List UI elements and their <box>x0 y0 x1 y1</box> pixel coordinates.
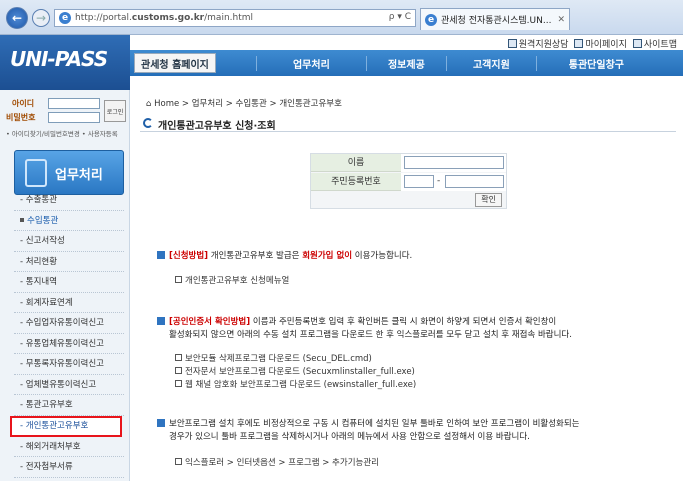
doc-icon <box>175 367 182 374</box>
sitemap-icon <box>632 39 642 48</box>
address-bar[interactable]: e http://portal.customs.go.kr/main.html … <box>54 9 416 27</box>
top-link-remote[interactable]: 원격지원상담 <box>507 37 568 50</box>
doc-icon <box>175 354 182 361</box>
ie-settings-path: 익스플로러 > 인터넷옵션 > 프로그램 > 추가기능관리 <box>175 457 379 470</box>
top-link-mypage[interactable]: 마이페이지 <box>574 37 627 50</box>
home-icon: ⌂ <box>146 99 152 109</box>
password-input[interactable] <box>48 112 100 123</box>
pw-label: 비밀번호 <box>6 113 36 122</box>
remote-support-icon <box>507 39 517 48</box>
arrow-right-icon: → <box>35 11 47 25</box>
section-bullet-icon <box>157 251 165 259</box>
login-box: 아이디 비밀번호 로그인 • 아이디찾기/비밀번호변경 • 사용자등록 <box>6 94 126 139</box>
nav-info[interactable]: 정보제공 <box>365 55 446 71</box>
mypage-icon <box>574 39 584 48</box>
arrow-left-icon: ← <box>11 11 23 25</box>
name-row: 이름 <box>311 154 506 172</box>
menu-banner: 업무처리 <box>14 150 124 195</box>
download-list: 보안모듈 삭제프로그램 다운로드 (Secu_DEL.cmd) 전자문서 보안프… <box>175 353 416 392</box>
sidebar: 아이디 비밀번호 로그인 • 아이디찾기/비밀번호변경 • 사용자등록 업무처리… <box>0 90 130 481</box>
back-button[interactable]: ← <box>6 7 28 29</box>
sidebar-item-status[interactable]: - 처리현황 <box>14 252 124 272</box>
sidebar-item-customs-code[interactable]: - 통관고유부호 <box>14 395 124 416</box>
id-input[interactable] <box>48 98 100 109</box>
doc-icon <box>175 380 182 387</box>
sidebar-menu: - 수출통관 수입통관 - 신고서작성 - 처리현황 - 통지내역 - 회계자료… <box>10 190 124 478</box>
sidebar-item-declaration[interactable]: - 신고서작성 <box>14 231 124 252</box>
page-header: 개인통관고유부호 신청·조회 <box>140 114 676 132</box>
section-toolbar-notice: 보안프로그램 설치 후에도 비정상적으로 구동 시 컴퓨터에 설치된 일부 툴바… <box>157 418 677 444</box>
sidebar-item-personal-customs-code[interactable]: - 개인통관고유부호 <box>10 415 122 437</box>
close-icon[interactable]: ✕ <box>557 15 565 25</box>
square-bullet-icon <box>20 217 24 222</box>
sidebar-item-accounting[interactable]: - 회계자료연계 <box>14 293 124 313</box>
menu-banner-title: 업무처리 <box>55 168 103 183</box>
download-ews[interactable]: 웹 채널 암호화 보안프로그램 다운로드 (ewsinstaller_full.… <box>175 379 416 392</box>
download-secu-del[interactable]: 보안모듈 삭제프로그램 다운로드 (Secu_DEL.cmd) <box>175 353 416 366</box>
tab-ie-icon: e <box>425 13 437 26</box>
tab-title: 관세청 전자통관시스템.UN... <box>441 16 552 26</box>
confirm-button[interactable]: 확인 <box>475 193 502 207</box>
logo-text: UNI-PASS <box>10 47 108 71</box>
rrn-label: 주민등록번호 <box>311 173 401 191</box>
sidebar-item-export[interactable]: - 수출통관 <box>14 190 124 211</box>
rrn-row: 주민등록번호 - <box>311 173 506 191</box>
url-text: http://portal.customs.go.kr/main.html <box>75 13 254 23</box>
top-links: 원격지원상담 마이페이지 사이트맵 <box>507 37 677 50</box>
login-button[interactable]: 로그인 <box>104 100 126 122</box>
browser-tab[interactable]: e 관세청 전자통관시스템.UN... ✕ <box>420 8 570 30</box>
breadcrumb: ⌂ Home > 업무처리 > 수입통관 > 개인통관고유부호 <box>146 99 342 109</box>
page-title: 개인통관고유부호 신청·조회 <box>158 121 276 132</box>
lookup-form: 이름 주민등록번호 - 확인 <box>310 153 507 209</box>
manual-link[interactable]: 개인통관고유부호 신청메뉴얼 <box>175 275 289 288</box>
rrn-back-input[interactable] <box>445 175 504 188</box>
login-links[interactable]: • 아이디찾기/비밀번호변경 • 사용자등록 <box>6 128 118 138</box>
nav-customs-home[interactable]: 관세청 홈페이지 <box>134 53 216 73</box>
nav-single-window[interactable]: 통관단일창구 <box>535 55 656 71</box>
ie-icon: e <box>59 12 71 24</box>
browser-chrome: ← → e http://portal.customs.go.kr/main.h… <box>0 0 683 35</box>
logo[interactable]: UNI-PASS <box>0 35 130 90</box>
top-link-sitemap[interactable]: 사이트맵 <box>632 37 677 50</box>
nav-work[interactable]: 업무처리 <box>255 55 366 71</box>
section-cert-check: [공인인증서 확인방법] 이름과 주민등록번호 입력 후 확인버튼 클릭 시 화… <box>157 316 677 342</box>
title-icon <box>143 118 153 128</box>
main-nav: 관세청 홈페이지 업무처리 정보제공 고객지원 통관단일창구 <box>130 50 683 76</box>
rrn-front-input[interactable] <box>404 175 434 188</box>
sidebar-item-company-history[interactable]: - 업체별유통이력신고 <box>14 375 124 395</box>
download-secuxml[interactable]: 전자문서 보안프로그램 다운로드 (Secuxmlinstaller_full.… <box>175 366 416 379</box>
doc-icon <box>175 458 182 465</box>
sidebar-item-notice[interactable]: - 통지내역 <box>14 272 124 293</box>
id-label: 아이디 <box>12 99 35 108</box>
doc-icon <box>175 276 182 283</box>
sidebar-item-e-attachment[interactable]: - 전자첨부서류 <box>14 457 124 478</box>
rrn-dash: - <box>437 176 441 186</box>
sidebar-item-overseas-partner[interactable]: - 해외거래처부호 <box>14 437 124 457</box>
search-refresh-icons[interactable]: ρ ▾ C <box>389 12 411 22</box>
name-label: 이름 <box>311 154 401 172</box>
forward-button[interactable]: → <box>32 9 50 27</box>
name-input[interactable] <box>404 156 504 169</box>
sidebar-item-distributor-history[interactable]: - 유통업체유통이력신고 <box>14 334 124 354</box>
nav-support[interactable]: 고객지원 <box>445 55 536 71</box>
clipboard-icon <box>25 159 47 187</box>
section-bullet-icon <box>157 317 165 325</box>
section-bullet-icon <box>157 419 165 427</box>
section-apply-method: [신청방법] 개인통관고유부호 발급은 회원가입 없이 이용가능합니다. <box>157 250 412 263</box>
sidebar-item-unregistered-history[interactable]: - 무통록자유통이력신고 <box>14 354 124 375</box>
sidebar-item-import[interactable]: 수입통관 <box>14 211 124 231</box>
sidebar-item-importer-history[interactable]: - 수입업자유통이력신고 <box>14 313 124 334</box>
